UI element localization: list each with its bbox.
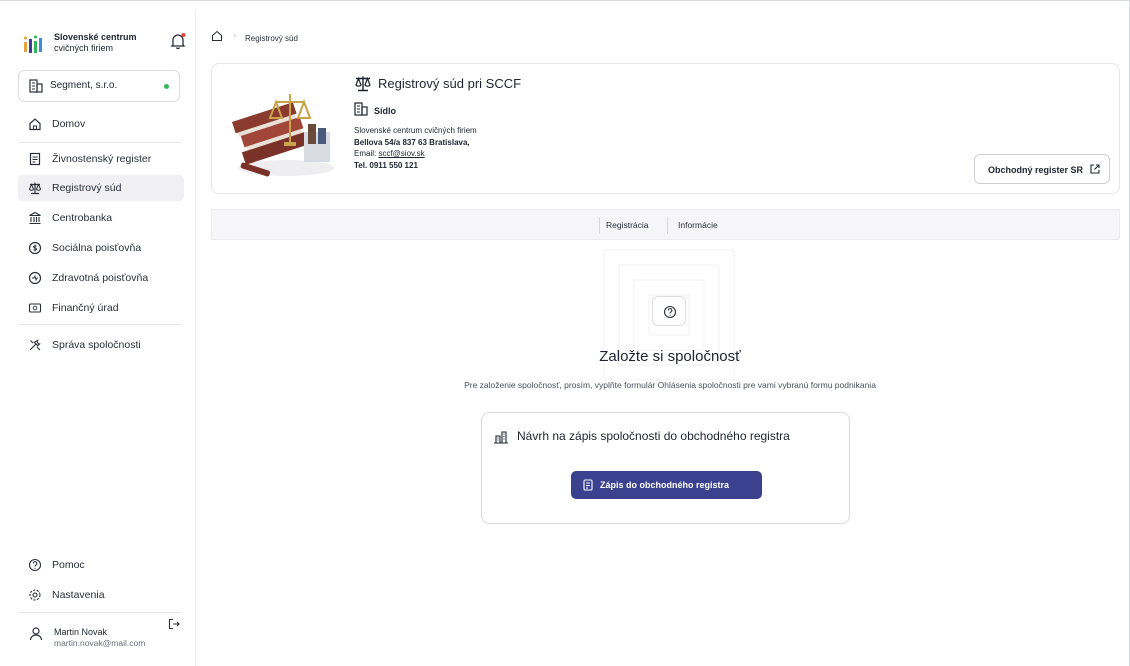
- company-selector[interactable]: Segment, s.r.o.: [18, 70, 180, 102]
- building-icon: [354, 102, 368, 116]
- court-address: Slovenské centrum cvičných firiem Bellov…: [354, 126, 477, 170]
- empty-state-subtitle: Pre založenie spoločnosť, prosím, vyplňt…: [464, 380, 876, 390]
- document-icon: [29, 152, 41, 166]
- company-name: Segment, s.r.o.: [50, 80, 118, 91]
- sidebar-item-pomoc[interactable]: Pomoc: [18, 552, 184, 578]
- button-label: Zápis do obchodného registra: [600, 480, 730, 490]
- bank-icon: [29, 211, 41, 225]
- sidebar-item-nastavenia[interactable]: Nastavenia: [18, 582, 184, 608]
- sidebar-item-label: Nastavenia: [52, 589, 105, 601]
- sidebar-item-label: Finančný úrad: [52, 302, 119, 314]
- help-icon: [663, 305, 677, 319]
- scales-icon: [28, 182, 42, 195]
- tab-informacie[interactable]: Informácie: [678, 220, 718, 230]
- logout-icon[interactable]: [168, 618, 180, 630]
- sidebar-item-label: Registrový súd: [52, 182, 122, 194]
- sidebar-item-label: Správa spoločnosti: [52, 339, 141, 351]
- divider: [18, 324, 182, 325]
- sidebar-item-registrovy-sud[interactable]: Registrový súd: [18, 175, 184, 201]
- sidebar-item-domov[interactable]: Domov: [18, 111, 184, 137]
- divider: [18, 142, 182, 143]
- divider: [599, 217, 600, 234]
- sidebar-item-zivnostensky-register[interactable]: Živnostenský register: [18, 146, 184, 172]
- user-icon: [29, 627, 43, 641]
- court-title: Registrový súd pri SCCF: [378, 76, 522, 91]
- status-dot: [164, 84, 169, 89]
- user-profile[interactable]: Martin Novak martin.novak@mail.com: [18, 614, 184, 656]
- finance-icon: [28, 303, 42, 313]
- settings-icon: [29, 589, 41, 601]
- zapis-button[interactable]: Zápis do obchodného registra: [571, 471, 762, 499]
- user-email: martin.novak@mail.com: [54, 638, 146, 648]
- brand-name: Slovenské centrum cvičných firiem: [54, 32, 137, 53]
- home-icon[interactable]: [211, 30, 223, 42]
- help-icon: [28, 558, 42, 572]
- bell-icon[interactable]: [170, 32, 186, 50]
- breadcrumb-separator-icon: ›: [233, 30, 236, 40]
- external-link-icon: [1090, 164, 1100, 174]
- obchodny-register-button[interactable]: Obchodný register SR: [974, 154, 1110, 184]
- breadcrumb-current: Registrový súd: [245, 34, 298, 43]
- tab-bar: Registrácia Informácie: [211, 209, 1120, 240]
- brand: Slovenské centrum cvičných firiem: [24, 30, 186, 60]
- sidebar-item-label: Sociálna poisťovňa: [52, 242, 142, 254]
- sidebar-item-label: Domov: [52, 118, 86, 130]
- court-info-card: Registrový súd pri SCCF Sídlo Slovenské …: [211, 63, 1120, 194]
- sidebar-item-label: Pomoc: [52, 559, 85, 571]
- user-name: Martin Novak: [54, 627, 108, 637]
- building-icon: [494, 431, 508, 444]
- document-icon: [583, 479, 593, 491]
- shield-icon: [28, 241, 42, 255]
- tools-icon: [29, 339, 41, 351]
- sidebar-item-sprava-spolocnosti[interactable]: Správa spoločnosti: [18, 332, 184, 358]
- empty-state-title: Založte si spoločnosť: [599, 348, 741, 365]
- breadcrumb: › Registrový súd: [197, 10, 1130, 48]
- help-badge: [652, 296, 686, 326]
- button-label: Obchodný register SR: [988, 165, 1084, 175]
- sidebar-item-label: Živnostenský register: [52, 153, 152, 165]
- registration-panel: Návrh na zápis spoločnosti do obchodného…: [481, 412, 850, 524]
- sidebar-item-label: Zdravotná poisťovňa: [52, 272, 149, 284]
- sidebar-item-financny-urad[interactable]: Finančný úrad: [18, 295, 184, 321]
- sidebar-item-label: Centrobanka: [52, 212, 113, 224]
- divider: [667, 217, 668, 234]
- email-link[interactable]: sccf@siov.sk: [378, 149, 424, 158]
- divider: [18, 612, 182, 613]
- health-icon: [28, 271, 42, 285]
- sidebar-item-centrobanka[interactable]: Centrobanka: [18, 205, 184, 231]
- tab-registracia[interactable]: Registrácia: [606, 220, 649, 230]
- panel-title: Návrh na zápis spoločnosti do obchodného…: [517, 429, 790, 443]
- sidebar-item-zdravotna-poistovna[interactable]: Zdravotná poisťovňa: [18, 265, 184, 291]
- home-icon: [29, 118, 41, 131]
- building-icon: [29, 79, 43, 93]
- court-illustration-icon: [232, 94, 334, 177]
- sidebar-item-socialna-poistovna[interactable]: Sociálna poisťovňa: [18, 235, 184, 261]
- seat-label: Sídlo: [374, 106, 396, 116]
- brand-logo: [24, 35, 42, 53]
